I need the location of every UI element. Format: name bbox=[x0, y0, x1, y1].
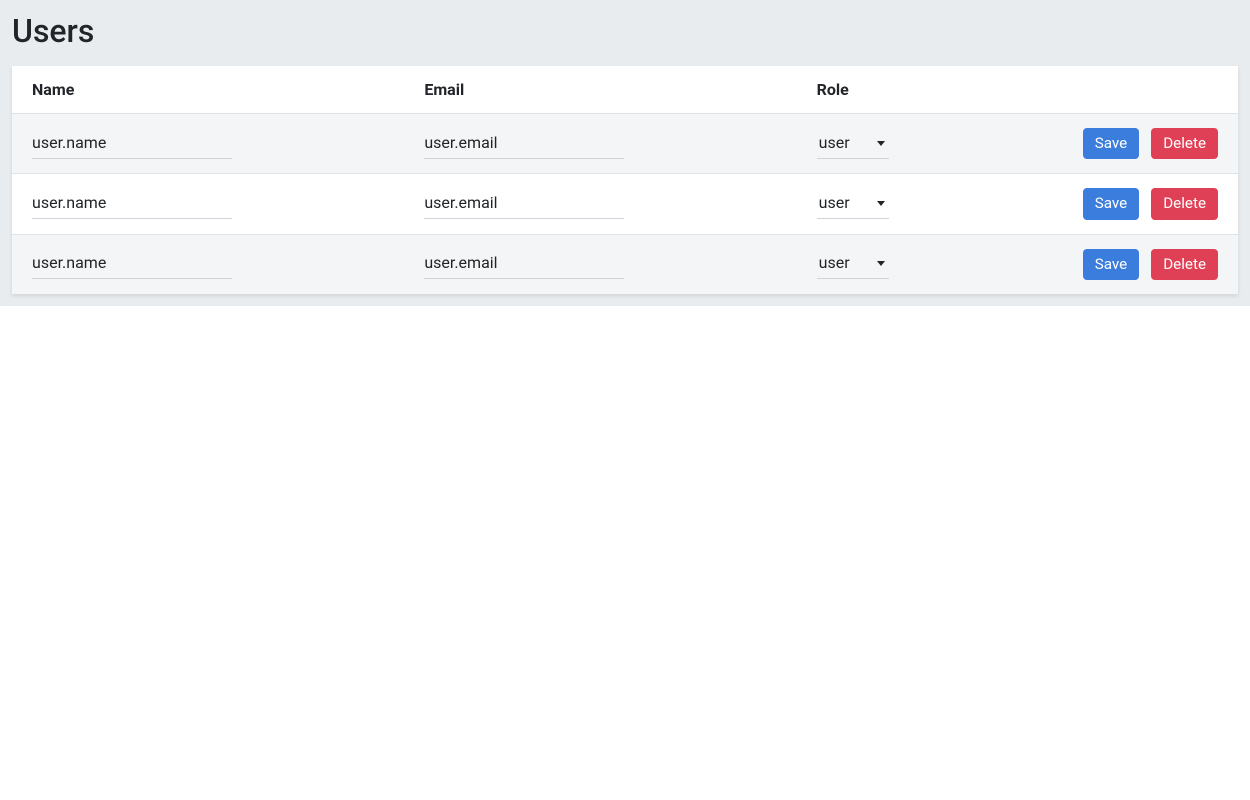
role-select[interactable]: user bbox=[817, 189, 889, 219]
email-input[interactable] bbox=[424, 129, 624, 159]
save-button[interactable]: Save bbox=[1083, 249, 1139, 280]
save-button[interactable]: Save bbox=[1083, 128, 1139, 159]
role-select[interactable]: user bbox=[817, 129, 889, 159]
users-card: Name Email Role bbox=[12, 66, 1238, 294]
page-title: Users bbox=[12, 12, 1238, 50]
role-select[interactable]: user bbox=[817, 249, 889, 279]
table-header-role: Role bbox=[797, 66, 969, 114]
table-row: user Save Delete bbox=[12, 234, 1238, 294]
delete-button[interactable]: Delete bbox=[1151, 188, 1218, 219]
table-header-actions bbox=[968, 66, 1238, 114]
save-button[interactable]: Save bbox=[1083, 188, 1139, 219]
email-input[interactable] bbox=[424, 189, 624, 219]
name-input[interactable] bbox=[32, 249, 232, 279]
name-input[interactable] bbox=[32, 129, 232, 159]
name-input[interactable] bbox=[32, 189, 232, 219]
users-table: Name Email Role bbox=[12, 66, 1238, 294]
delete-button[interactable]: Delete bbox=[1151, 128, 1218, 159]
table-row: user Save Delete bbox=[12, 174, 1238, 234]
table-header-email: Email bbox=[404, 66, 796, 114]
email-input[interactable] bbox=[424, 249, 624, 279]
delete-button[interactable]: Delete bbox=[1151, 249, 1218, 280]
table-header-name: Name bbox=[12, 66, 404, 114]
table-row: user Save Delete bbox=[12, 114, 1238, 174]
